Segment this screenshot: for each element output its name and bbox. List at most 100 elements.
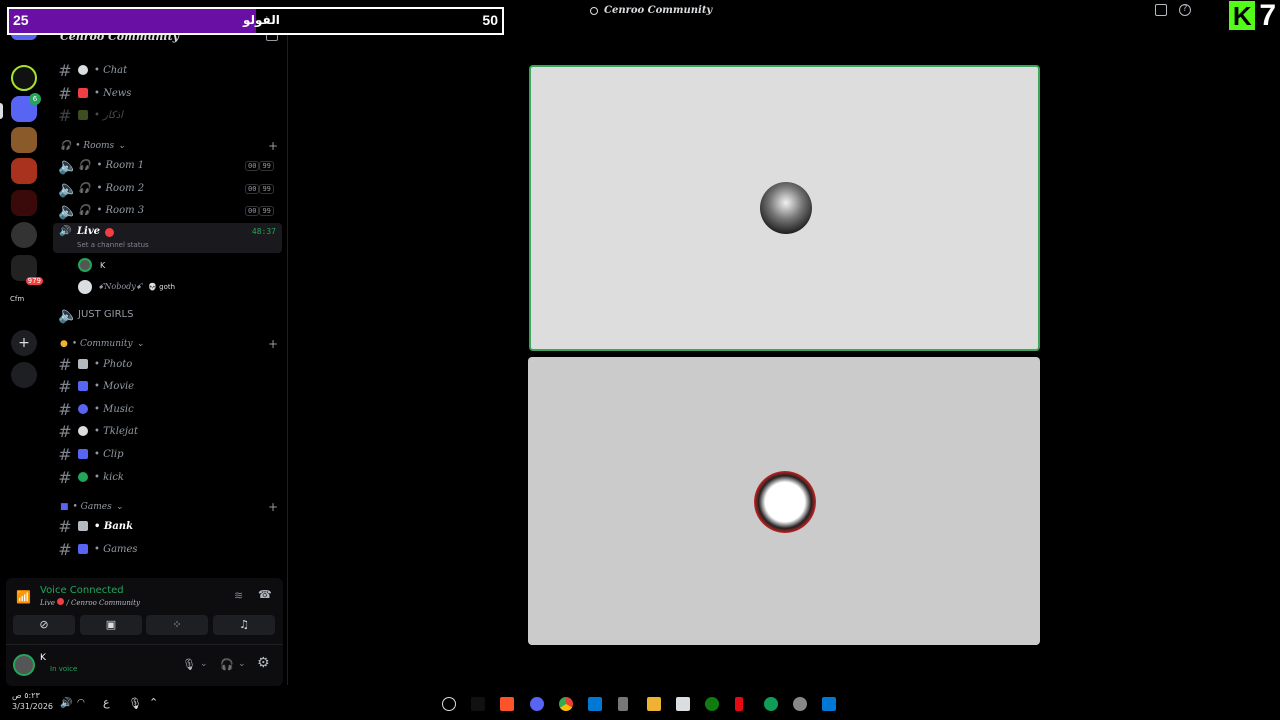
kick-logo-letter: K — [1229, 1, 1256, 31]
server-icon-gray[interactable] — [11, 222, 37, 248]
discord-icon[interactable] — [530, 697, 544, 711]
channel-label: • Room 1 — [96, 159, 145, 171]
voice-channel-live[interactable]: 🔊 Live Set a channel status 48:37 — [53, 223, 282, 253]
channel-label: • Movie — [94, 380, 135, 392]
cfm-server-label[interactable]: Cfm — [10, 295, 24, 303]
voice-room-3[interactable]: 🔈 🎧 • Room 3 — [58, 200, 144, 220]
wifi-icon[interactable]: ◠ — [77, 698, 85, 708]
participant-avatar — [760, 182, 812, 234]
user-avatar[interactable] — [13, 654, 35, 676]
chevron-down-icon[interactable]: ⌄ — [238, 659, 246, 669]
member-name: K — [100, 260, 106, 270]
voice-location-channel: Live — [40, 599, 55, 607]
member-tag: 💀 goth — [148, 283, 176, 291]
channel-status-input[interactable]: Set a channel status — [77, 241, 149, 249]
channel-clip[interactable]: # • Clip — [58, 444, 123, 464]
channel-label: • Games — [94, 543, 138, 555]
add-channel-button[interactable]: + — [268, 337, 278, 351]
system-clock[interactable]: ٥:٢٣ ص 3/31/2026 — [12, 690, 53, 712]
hash-icon: # — [58, 467, 72, 487]
help-icon[interactable]: ? — [1179, 4, 1191, 16]
chevron-down-icon[interactable]: ⌄ — [200, 659, 208, 669]
headphones-icon: 🎧 — [78, 159, 91, 171]
microphone-icon[interactable]: 🎙 — [128, 697, 142, 710]
speaker-icon: 🔊 — [59, 226, 72, 237]
add-channel-button[interactable]: + — [268, 500, 278, 514]
inbox-icon[interactable] — [1155, 4, 1167, 16]
channel-music[interactable]: # • Music — [58, 399, 133, 419]
kick-logo-number: 7 — [1259, 0, 1276, 32]
headphones-icon[interactable]: 🎧 — [220, 658, 234, 671]
voice-member-k[interactable]: K — [78, 258, 105, 272]
channel-label: • اذكار — [94, 109, 123, 121]
add-server-icon[interactable]: + — [11, 330, 37, 356]
edge-icon[interactable] — [764, 697, 778, 711]
camera-button[interactable]: ⊘ — [13, 615, 75, 635]
language-indicator[interactable]: ع — [103, 696, 110, 709]
brave-icon[interactable] — [500, 697, 514, 711]
server-icon-c[interactable] — [11, 65, 37, 91]
server-icon-red[interactable] — [11, 190, 37, 216]
channel-bank[interactable]: # • Bank — [58, 516, 133, 536]
voice-room-1[interactable]: 🔈 🎧 • Room 1 — [58, 155, 144, 175]
progress-current: 25 — [13, 12, 29, 28]
chrome-icon[interactable] — [559, 697, 573, 711]
file-explorer-icon[interactable] — [647, 697, 661, 711]
channel-photo[interactable]: # • Photo — [58, 354, 132, 374]
channel-kick[interactable]: # • kick — [58, 467, 124, 487]
participant-tile[interactable] — [528, 357, 1040, 645]
add-channel-button[interactable]: + — [268, 139, 278, 153]
server-icon-minecraft[interactable] — [11, 127, 37, 153]
activities-button[interactable]: ⁘ — [146, 615, 208, 635]
voice-room-2[interactable]: 🔈 🎧 • Room 2 — [58, 178, 144, 198]
live-indicator-icon — [57, 598, 65, 605]
disconnect-icon[interactable]: ☎ — [258, 588, 272, 601]
activities-icon: ⁘ — [172, 618, 182, 631]
voice-status[interactable]: Voice Connected — [40, 585, 124, 596]
kick-logo: K 7 — [1229, 1, 1276, 31]
soundboard-button[interactable]: ♫ — [213, 615, 275, 635]
channel-games[interactable]: # • Games — [58, 539, 138, 559]
voice-location[interactable]: Live / Cenroo Community — [40, 598, 140, 607]
settings-gear-icon[interactable] — [793, 697, 807, 711]
voice-channel-just-girls[interactable]: 🔈 JUST GIRLS — [58, 304, 133, 324]
voice-stage — [289, 30, 1280, 685]
obs-icon[interactable] — [442, 697, 456, 711]
microphone-icon[interactable]: 🎙 — [182, 658, 196, 671]
server-folder-icon[interactable]: 979 — [11, 255, 43, 285]
category-games[interactable]: ■ • Games ⌄ — [60, 502, 123, 512]
category-community[interactable]: ● • Community ⌄ — [60, 339, 144, 349]
channel-label: • Room 2 — [96, 182, 145, 194]
title-bar-icons: ? — [1155, 4, 1191, 16]
leaf-icon — [78, 110, 88, 120]
blank-app-icon[interactable] — [471, 697, 485, 711]
windows-start-icon[interactable] — [822, 697, 836, 711]
settings-gear-icon[interactable]: ⚙ — [257, 655, 270, 671]
voice-member-nobody[interactable]: ꗃNobodyꗃ 💀 goth — [78, 280, 175, 294]
channel-news[interactable]: # • News — [58, 83, 131, 103]
chevron-up-icon[interactable]: ⌃ — [149, 696, 158, 709]
hash-icon: # — [58, 444, 72, 464]
category-rooms[interactable]: 🎧 • Rooms ⌄ — [60, 141, 126, 151]
channel-chat[interactable]: # • Chat — [58, 60, 127, 80]
channel-adhkar[interactable]: # • اذكار — [58, 105, 123, 125]
channel-movie[interactable]: # • Movie — [58, 376, 134, 396]
participant-tile-speaking[interactable] — [529, 65, 1040, 351]
photos-icon[interactable] — [588, 697, 602, 711]
discover-icon[interactable] — [11, 362, 37, 388]
channel-tklejat[interactable]: # • Tklejat — [58, 421, 138, 441]
room-1-limit: 00 99 — [245, 161, 274, 171]
store-icon[interactable] — [676, 697, 690, 711]
usb-drive-icon[interactable] — [618, 697, 628, 711]
server-icon-cenroo[interactable]: 6 — [11, 93, 41, 122]
progress-goal: 50 — [482, 12, 498, 28]
screen-share-button[interactable]: ▣ — [80, 615, 142, 635]
netflix-icon[interactable] — [735, 697, 743, 711]
noise-suppression-icon[interactable]: ≋ — [234, 589, 243, 602]
participant-avatar — [754, 471, 816, 533]
volume-icon[interactable]: 🔊 — [60, 698, 72, 709]
voice-timer: 48:37 — [251, 227, 276, 236]
xbox-icon[interactable] — [705, 697, 719, 711]
follower-progress-bar: 25 الفولو 50 — [7, 7, 504, 35]
server-icon-anime[interactable] — [11, 158, 37, 184]
